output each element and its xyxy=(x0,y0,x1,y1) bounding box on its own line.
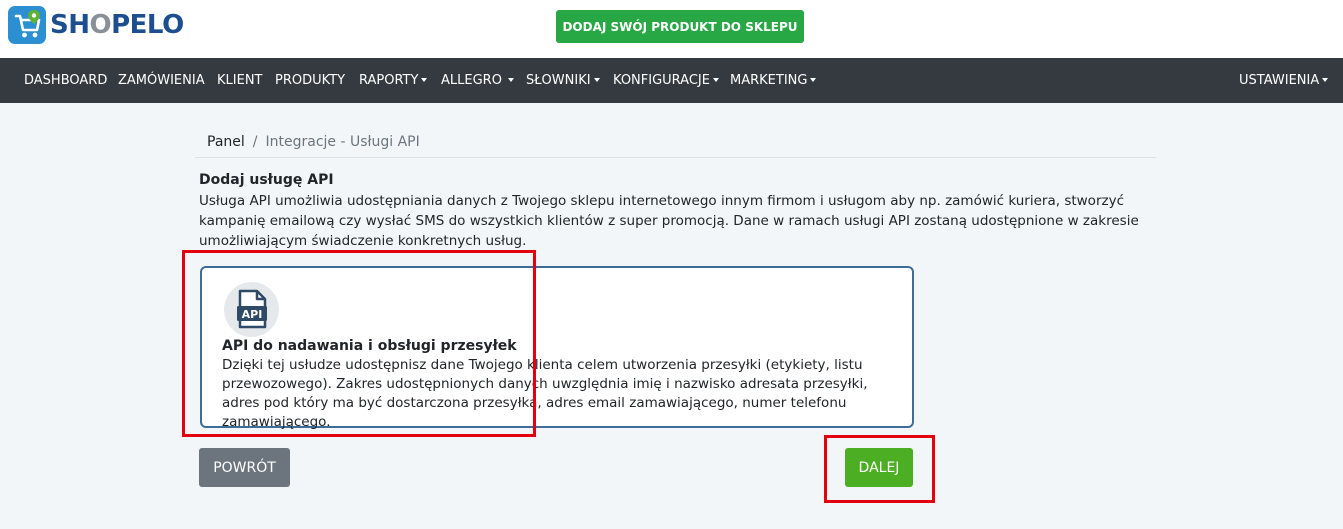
nav-reports-label: RAPORTY xyxy=(359,73,419,88)
api-document-icon: API xyxy=(224,282,279,337)
chevron-down-icon xyxy=(1322,78,1329,82)
nav-allegro-label: ALLEGRO xyxy=(441,73,502,88)
card-title: API do nadawania i obsługi przesyłek xyxy=(222,338,517,354)
api-service-card[interactable]: API API do nadawania i obsługi przesyłek… xyxy=(200,266,914,430)
nav-settings-label: USTAWIENIA xyxy=(1239,73,1320,88)
logo-text: SHOPELO xyxy=(50,10,184,40)
nav-settings[interactable]: USTAWIENIA xyxy=(1239,58,1329,103)
nav-reports[interactable]: RAPORTY xyxy=(359,58,428,103)
nav-dictionaries-label: SŁOWNIKI xyxy=(526,73,591,88)
shopelo-logo[interactable]: SHOPELO xyxy=(8,6,184,44)
api-icon-label: API xyxy=(242,308,263,321)
section-description: Usługa API umożliwia udostępniania danyc… xyxy=(199,193,1139,249)
breadcrumb-current: Integracje - Usługi API xyxy=(265,134,420,150)
breadcrumb-separator: / xyxy=(252,134,258,150)
nav-client[interactable]: KLIENT xyxy=(217,58,262,103)
chevron-down-icon xyxy=(810,78,817,82)
chevron-down-icon xyxy=(507,78,514,82)
breadcrumb-home[interactable]: Panel xyxy=(207,134,245,150)
nav-configuration-label: KONFIGURACJE xyxy=(613,73,710,88)
chevron-down-icon xyxy=(421,78,428,82)
breadcrumb-divider xyxy=(195,157,1156,158)
breadcrumb: Panel / Integracje - Usługi API xyxy=(207,134,420,150)
card-description: Dzięki tej usłudze udostępnisz dane Twoj… xyxy=(222,357,868,430)
section-title: Dodaj usługę API xyxy=(199,172,334,188)
chevron-down-icon xyxy=(712,78,719,82)
nav-marketing-label: MARKETING xyxy=(730,73,808,88)
next-button[interactable]: DALEJ xyxy=(845,448,913,487)
cart-icon xyxy=(8,6,46,44)
nav-products[interactable]: PRODUKTY xyxy=(275,58,345,103)
nav-dictionaries[interactable]: SŁOWNIKI xyxy=(526,58,600,103)
add-product-button[interactable]: DODAJ SWÓJ PRODUKT DO SKLEPU xyxy=(556,10,804,43)
top-header: SHOPELO DODAJ SWÓJ PRODUKT DO SKLEPU xyxy=(0,0,1343,58)
nav-configuration[interactable]: KONFIGURACJE xyxy=(613,58,719,103)
nav-marketing[interactable]: MARKETING xyxy=(730,58,817,103)
back-button[interactable]: POWRÓT xyxy=(199,448,290,487)
nav-orders[interactable]: ZAMÓWIENIA xyxy=(118,58,205,103)
chevron-down-icon xyxy=(593,78,600,82)
nav-allegro[interactable]: ALLEGRO xyxy=(441,58,514,103)
main-navbar: DASHBOARD ZAMÓWIENIA KLIENT PRODUKTY RAP… xyxy=(0,58,1343,103)
nav-dashboard[interactable]: DASHBOARD xyxy=(24,58,107,103)
